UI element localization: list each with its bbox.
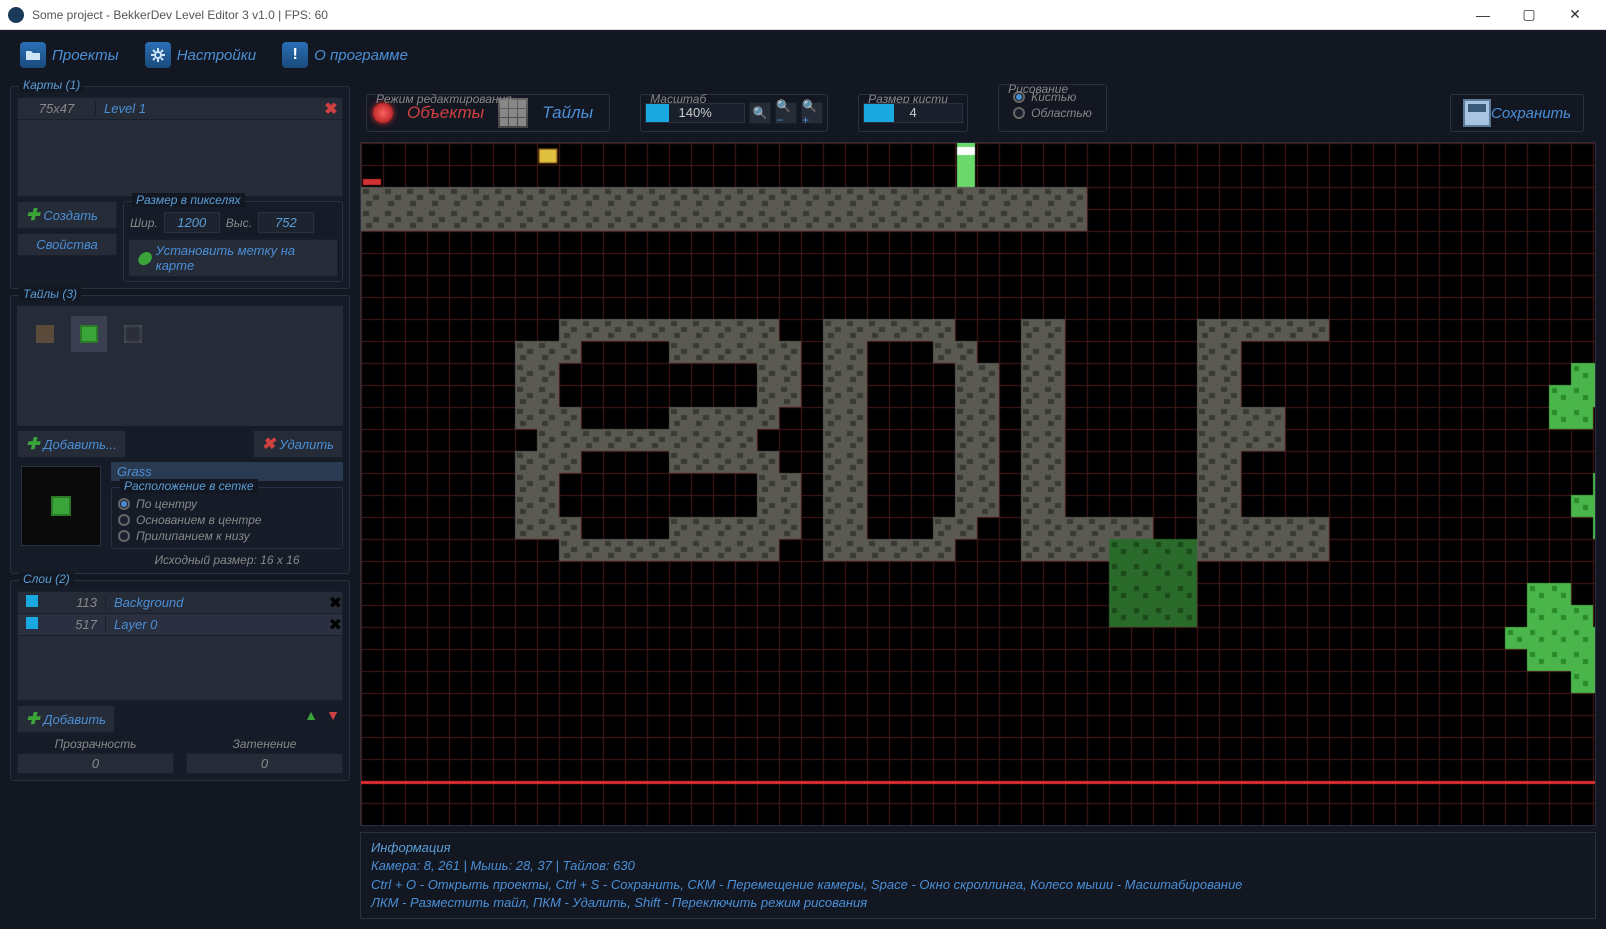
maps-panel: Карты (1) 75x47 Level 1 ✖ ✚Создать Свойс…: [10, 86, 350, 289]
left-sidebar: Карты (1) 75x47 Level 1 ✖ ✚Создать Свойс…: [0, 80, 360, 929]
layer-row[interactable]: 517 Layer 0 ✖: [18, 614, 342, 636]
info-panel: Информация Камера: 8, 261 | Мышь: 28, 37…: [360, 832, 1596, 919]
brush-slider[interactable]: 4: [863, 103, 963, 123]
draw-area-radio[interactable]: Областью: [1007, 105, 1098, 121]
layer-row[interactable]: 113 Background ✖: [18, 592, 342, 614]
tiles-panel: Тайлы (3) ✚Добавить... ✖Удалить G: [10, 295, 350, 574]
editor-toolbar: Режим редактирования Объекты Тайлы Масшт…: [360, 80, 1596, 136]
menu-about[interactable]: ! О программе: [272, 38, 418, 72]
map-height-value: 752: [258, 212, 314, 233]
tile-src-size: Исходный размер: 16 x 16: [111, 553, 343, 567]
placement-bottom[interactable]: Прилипанием к низу: [112, 528, 342, 544]
editor-canvas[interactable]: [360, 142, 1596, 826]
zoom-out-button[interactable]: 🔍−: [775, 102, 797, 124]
menu-settings[interactable]: Настройки: [135, 38, 266, 72]
window-minimize[interactable]: —: [1460, 0, 1506, 30]
set-marker-button[interactable]: ⬤ Установить метку на карте: [128, 239, 338, 277]
folder-icon: [20, 42, 46, 68]
tile-item-dots[interactable]: [115, 316, 151, 352]
app-icon: [8, 7, 24, 23]
tint-value[interactable]: 0: [186, 753, 343, 774]
layer-down-button[interactable]: ▼: [323, 705, 343, 725]
zoom-in-button[interactable]: 🔍+: [801, 102, 823, 124]
layers-list[interactable]: 113 Background ✖ 517 Layer 0 ✖: [17, 591, 343, 701]
delete-tile-button[interactable]: ✖Удалить: [253, 430, 343, 458]
window-close[interactable]: ✕: [1552, 0, 1598, 30]
map-props-button[interactable]: Свойства: [17, 233, 117, 256]
mode-tiles-button[interactable]: Тайлы: [532, 99, 603, 127]
opacity-value[interactable]: 0: [17, 753, 174, 774]
add-layer-button[interactable]: ✚Добавить: [17, 705, 115, 733]
tile-item-dirt[interactable]: [27, 316, 63, 352]
map-width-value: 1200: [164, 212, 220, 233]
zoom-reset-button[interactable]: 🔍: [749, 102, 771, 124]
gear-icon: [145, 42, 171, 68]
menubar: Проекты Настройки ! О программе: [0, 30, 1606, 80]
save-icon: [1463, 99, 1491, 127]
add-tile-button[interactable]: ✚Добавить...: [17, 430, 126, 458]
map-delete-icon[interactable]: ✖: [320, 99, 342, 119]
menu-projects[interactable]: Проекты: [10, 38, 129, 72]
layer-visibility-toggle[interactable]: [18, 616, 46, 634]
tile-item-grass[interactable]: [71, 316, 107, 352]
maps-list[interactable]: 75x47 Level 1 ✖: [17, 97, 343, 197]
layers-panel: Слои (2) 113 Background ✖ 517 Layer 0: [10, 580, 350, 781]
layer-up-button[interactable]: ▲: [301, 705, 321, 725]
map-row[interactable]: 75x47 Level 1 ✖: [18, 98, 342, 120]
tiles-grid[interactable]: [17, 306, 343, 426]
scale-slider[interactable]: 140%: [645, 103, 745, 123]
placement-center[interactable]: По центру: [112, 496, 342, 512]
window-title: Some project - BekkerDev Level Editor 3 …: [32, 8, 1460, 22]
mode-led-icon: [373, 103, 393, 123]
window-titlebar: Some project - BekkerDev Level Editor 3 …: [0, 0, 1606, 30]
placement-base[interactable]: Основанием в центре: [112, 512, 342, 528]
tile-preview-large: [21, 466, 101, 546]
save-button[interactable]: Сохранить: [1450, 94, 1584, 132]
create-map-button[interactable]: ✚Создать: [17, 201, 117, 229]
window-maximize[interactable]: ▢: [1506, 0, 1552, 30]
layer-delete-icon[interactable]: ✖: [329, 615, 342, 635]
marker-icon: ⬤: [137, 250, 152, 266]
layer-visibility-toggle[interactable]: [18, 594, 46, 612]
layer-delete-icon[interactable]: ✖: [329, 593, 342, 613]
info-icon: !: [282, 42, 308, 68]
